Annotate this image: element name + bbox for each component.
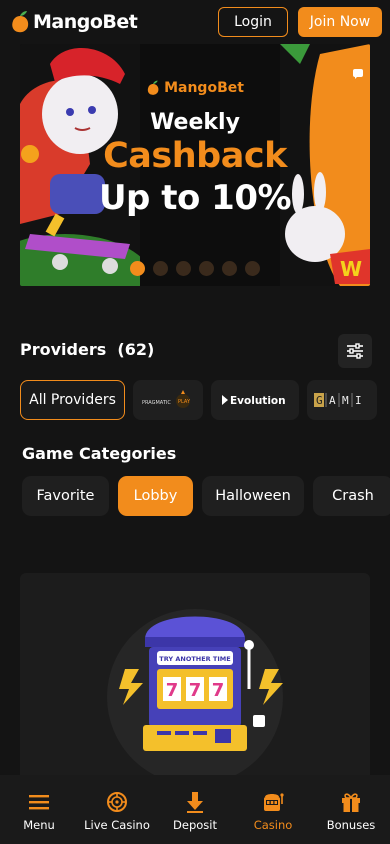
bottom-navigation: Menu Live Casino Deposit Casino Bonuses: [0, 775, 390, 844]
carousel-dot[interactable]: [176, 261, 191, 276]
svg-text:G: G: [316, 394, 323, 407]
slot-machine-icon: [262, 791, 284, 813]
mangobet-logo[interactable]: MangoBet: [10, 10, 138, 34]
login-button[interactable]: Login: [218, 7, 288, 37]
gami-logo: G A M I: [314, 393, 362, 407]
carousel-dot[interactable]: [245, 261, 260, 276]
logo-text: MangoBet: [33, 11, 138, 33]
category-crash[interactable]: Crash: [313, 476, 390, 516]
top-header: MangoBet Login Join Now: [0, 0, 390, 44]
carousel-dot[interactable]: [199, 261, 214, 276]
pragmatic-play-logo: PRAGMATIC PLAY: [142, 390, 191, 408]
roulette-icon: [106, 791, 128, 813]
filter-button[interactable]: [338, 334, 372, 368]
providers-count: (62): [117, 340, 155, 359]
svg-text:I: I: [355, 394, 362, 407]
svg-text:Evolution: Evolution: [230, 395, 286, 407]
banner-line-weekly: Weekly: [150, 110, 240, 135]
slot-message: TRY ANOTHER TIME: [159, 655, 230, 663]
nav-bonuses[interactable]: Bonuses: [312, 791, 390, 832]
deposit-arrow-icon: [184, 791, 206, 813]
category-halloween[interactable]: Halloween: [202, 476, 304, 516]
svg-text:A: A: [329, 394, 336, 407]
carousel-dots: [20, 261, 370, 276]
mango-icon: [12, 11, 29, 33]
svg-text:M: M: [342, 394, 349, 407]
nav-bonuses-label: Bonuses: [326, 818, 376, 832]
chat-icon[interactable]: [348, 64, 368, 84]
menu-icon: [28, 791, 50, 813]
carousel-dot[interactable]: [130, 261, 145, 276]
provider-evolution[interactable]: Evolution: [211, 380, 299, 420]
category-favorite[interactable]: Favorite: [22, 476, 109, 516]
banner-brand: MangoBet: [20, 80, 370, 96]
svg-text:PRAGMATIC: PRAGMATIC: [142, 400, 171, 406]
svg-text:PLAY: PLAY: [178, 399, 191, 405]
nav-live-casino[interactable]: Live Casino: [78, 791, 156, 832]
nav-menu[interactable]: Menu: [0, 791, 78, 832]
join-now-button[interactable]: Join Now: [298, 7, 382, 37]
nav-menu-label: Menu: [23, 818, 55, 832]
gift-icon: [340, 791, 362, 813]
provider-list: All Providers PRAGMATIC PLAY Evolution G…: [20, 380, 377, 420]
carousel-dot[interactable]: [222, 261, 237, 276]
provider-pragmatic-play[interactable]: PRAGMATIC PLAY: [133, 380, 203, 420]
nav-live-casino-label: Live Casino: [84, 818, 150, 832]
nav-casino-label: Casino: [253, 818, 293, 832]
providers-heading: Providers (62): [20, 340, 155, 359]
nav-deposit-label: Deposit: [173, 818, 217, 832]
category-list: Favorite Lobby Halloween Crash: [22, 476, 390, 516]
reel-2: 7: [189, 680, 202, 701]
promo-banner[interactable]: W MangoBet Weekly Cashback Up to 10%: [20, 44, 370, 286]
mango-icon: [147, 80, 159, 95]
carousel-dot[interactable]: [153, 261, 168, 276]
banner-line-percent: Up to 10%: [98, 178, 292, 218]
provider-all[interactable]: All Providers: [20, 380, 125, 420]
reel-3: 7: [212, 680, 225, 701]
category-lobby[interactable]: Lobby: [118, 476, 193, 516]
banner-brand-text: MangoBet: [164, 80, 244, 96]
game-categories-heading: Game Categories: [22, 444, 177, 463]
empty-state-card: TRY ANOTHER TIME 7 7 7: [20, 573, 370, 793]
sliders-icon: [347, 343, 363, 359]
reel-1: 7: [166, 680, 179, 701]
provider-gami[interactable]: G A M I: [307, 380, 377, 420]
banner-line-cashback: Cashback: [103, 136, 287, 176]
nav-casino[interactable]: Casino: [234, 791, 312, 832]
nav-deposit[interactable]: Deposit: [156, 791, 234, 832]
slot-machine-illustration: TRY ANOTHER TIME 7 7 7: [107, 609, 283, 785]
evolution-logo: Evolution: [222, 395, 286, 407]
